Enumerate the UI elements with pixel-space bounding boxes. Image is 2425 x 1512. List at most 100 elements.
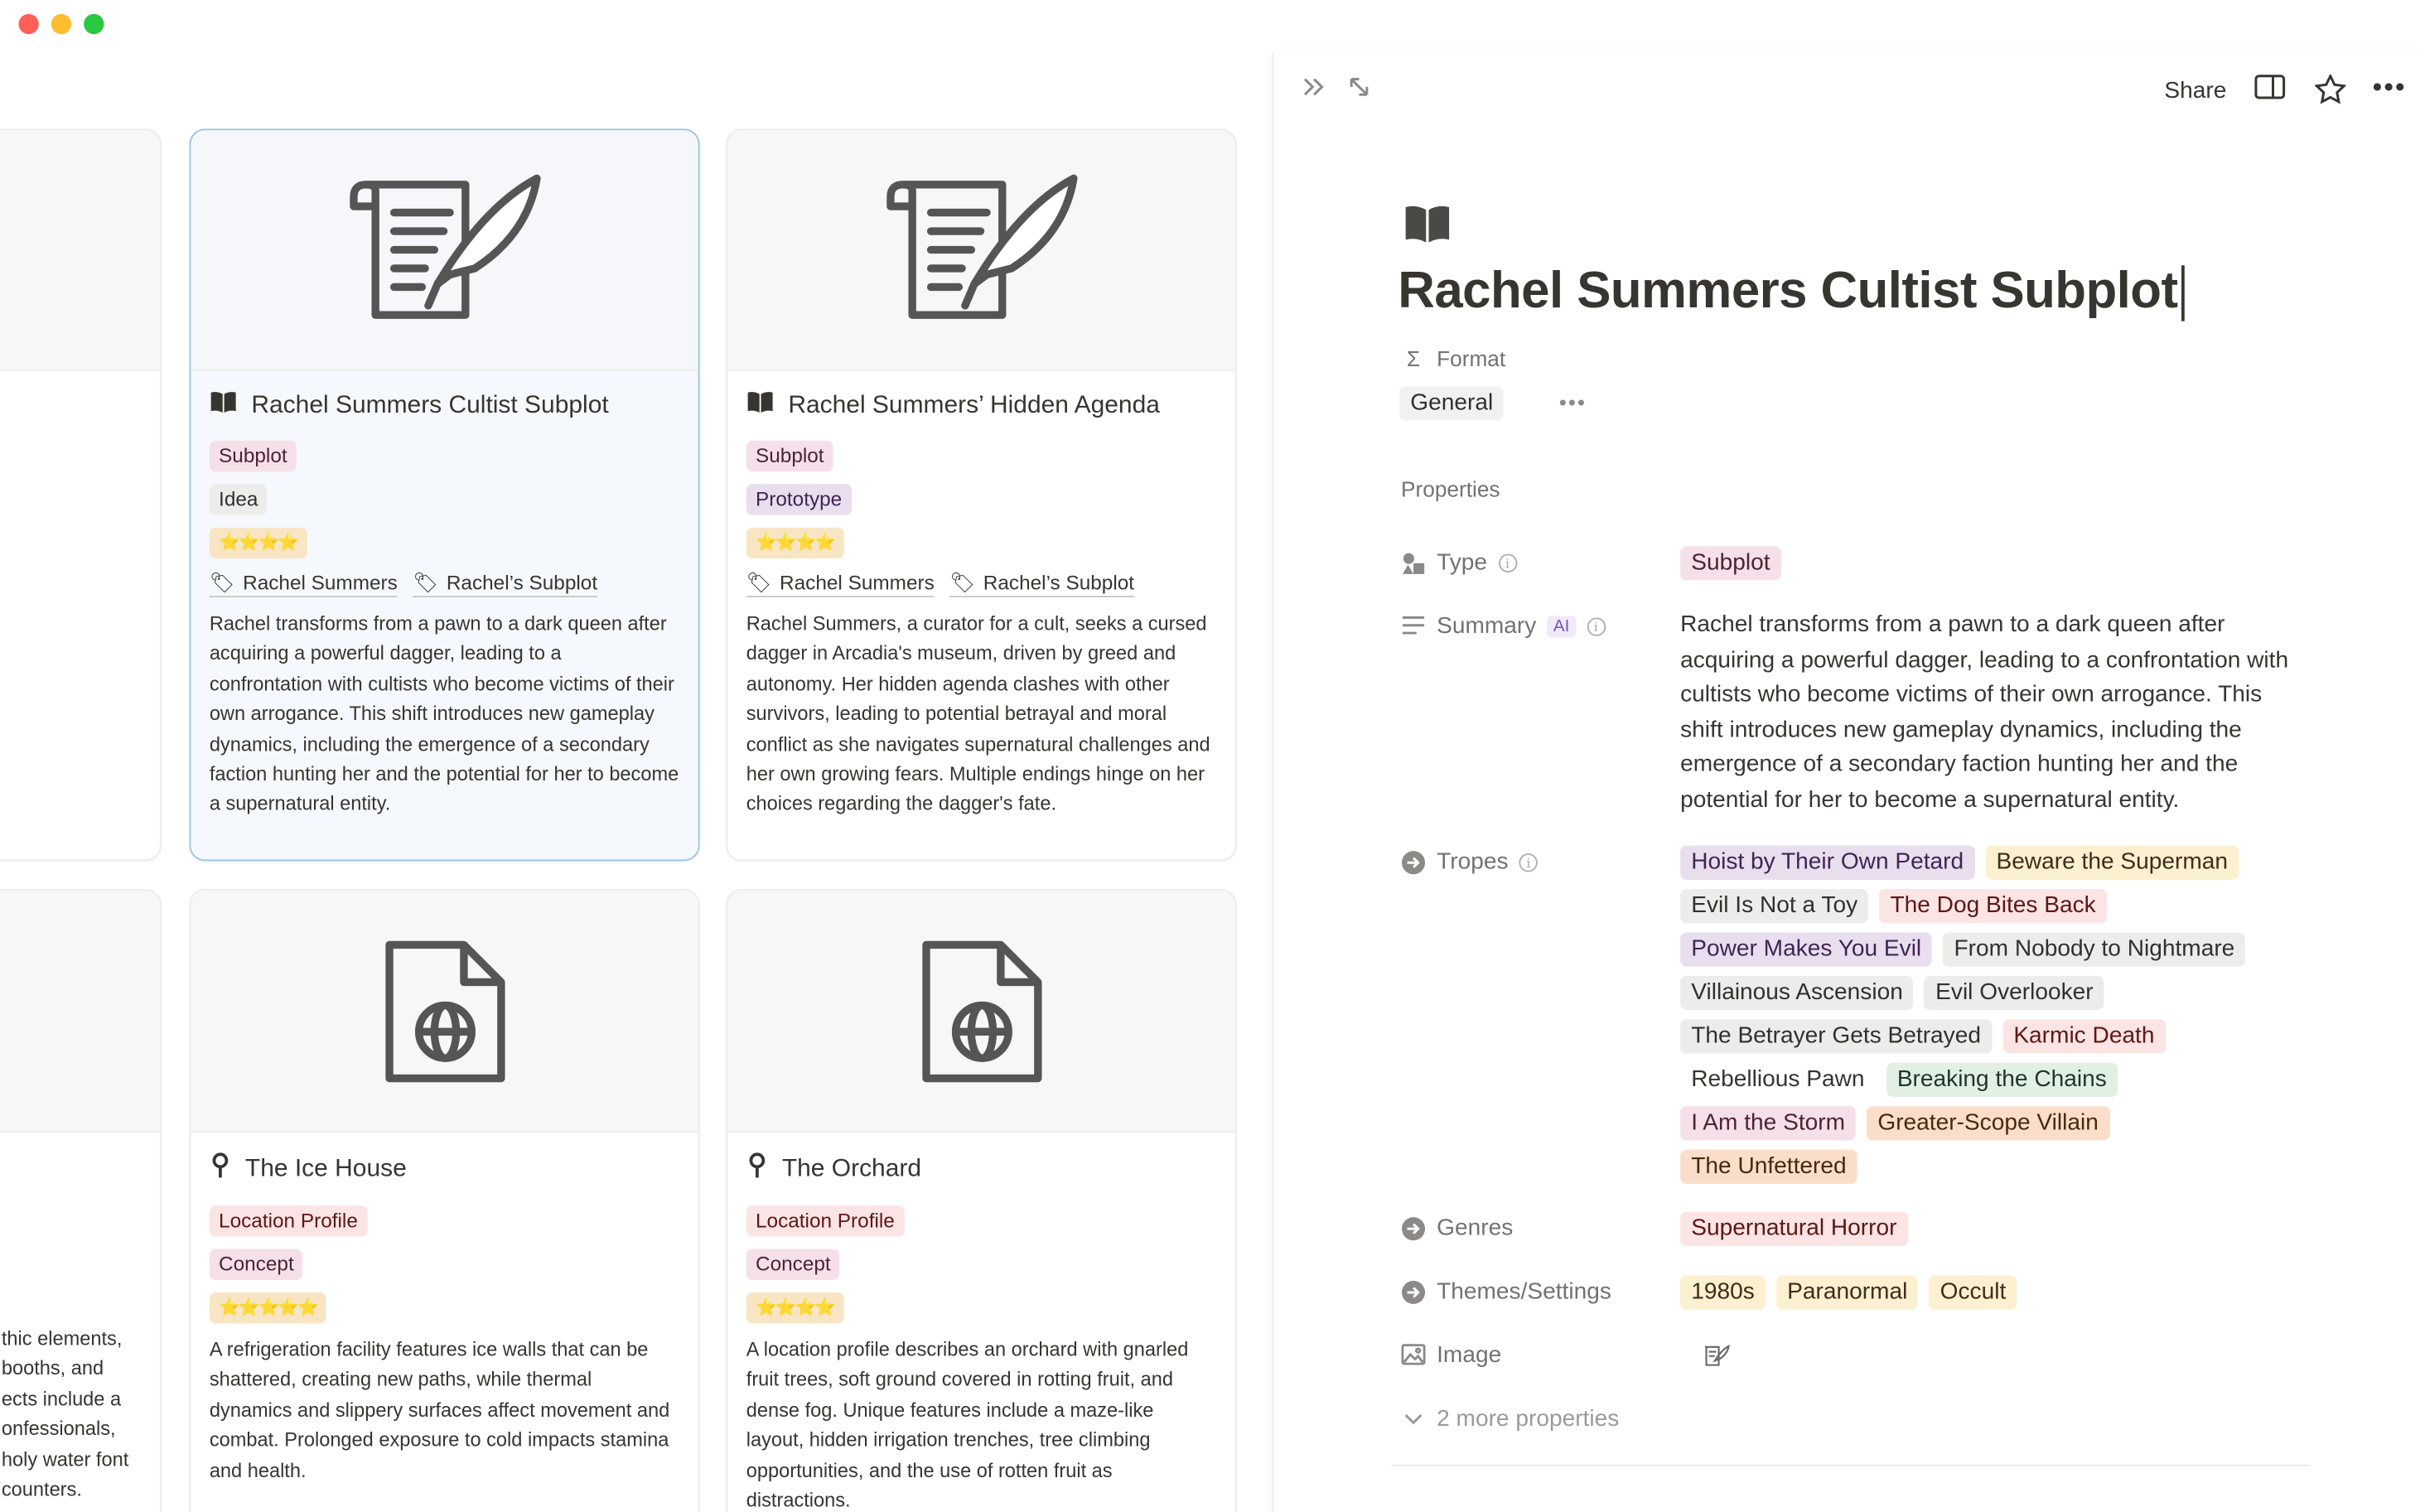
card-title-text: Rachel Summers Cultist Subplot — [251, 391, 609, 418]
card-title-text: Rachel Summers’ Hidden Agenda — [788, 391, 1160, 418]
genres-label[interactable]: Genres — [1401, 1215, 1513, 1241]
rating-stars: ⭐⭐⭐⭐⭐ — [209, 1292, 327, 1324]
tropes-value[interactable]: Hoist by Their Own Petard Beware the Supe… — [1680, 845, 2301, 1193]
more-options-icon[interactable]: ••• — [2373, 71, 2407, 104]
trope-tag[interactable]: Evil Is Not a Toy — [1680, 889, 1869, 924]
card-title-text: The Ice House — [244, 1155, 407, 1182]
image-thumbnail-icon[interactable] — [1702, 1344, 1730, 1376]
panel-toolbar: Share ••• — [1273, 71, 2425, 112]
rating-stars: ⭐⭐⭐⭐ — [746, 527, 844, 559]
info-icon[interactable]: i — [1498, 553, 1517, 572]
text-cursor — [2181, 265, 2185, 322]
genre-tag[interactable]: Supernatural Horror — [1680, 1211, 1908, 1246]
web-document-icon — [921, 940, 1041, 1082]
sigma-icon: Σ — [1406, 345, 1421, 371]
tag-icon: 🏷 — [746, 571, 772, 595]
relation-link[interactable]: 🏷 Rachel’s Subplot — [949, 571, 1135, 597]
web-document-icon — [384, 940, 505, 1082]
close-window-button[interactable] — [18, 13, 39, 35]
partial-text-line: counters. — [1, 1478, 82, 1500]
book-open-icon — [746, 389, 775, 422]
card-title: The Ice House — [210, 1152, 679, 1187]
relation-link[interactable]: 🏷 Rachel Summers — [209, 571, 398, 597]
gallery-card-partial-bottom[interactable]: thic elements, booths, and ects include … — [0, 889, 162, 1512]
trope-tag[interactable]: Villainous Ascension — [1680, 975, 1914, 1011]
card-description: A refrigeration facility features ice wa… — [209, 1339, 670, 1481]
book-open-icon — [210, 389, 238, 422]
relation-arrow-icon — [1401, 849, 1426, 874]
info-icon[interactable]: i — [1587, 616, 1606, 635]
format-label: Σ Format — [1401, 346, 1505, 371]
scroll-quill-icon — [886, 174, 1077, 319]
partial-text-line: onfessionals, — [1, 1418, 116, 1441]
theme-tag[interactable]: Occult — [1929, 1275, 2017, 1310]
more-properties-toggle[interactable]: 2 more properties — [1401, 1406, 1619, 1432]
expand-icon[interactable] — [1347, 75, 1372, 107]
trope-tag[interactable]: Hoist by Their Own Petard — [1680, 845, 1975, 880]
gallery-card-partial-top[interactable] — [0, 128, 162, 862]
trope-tag[interactable]: Karmic Death — [2002, 1019, 2166, 1054]
page-title[interactable]: Rachel Summers Cultist Subplot — [1398, 261, 2185, 322]
minimize-window-button[interactable] — [51, 13, 72, 35]
tag-type: Location Profile — [209, 1205, 368, 1237]
ai-badge: AI — [1547, 615, 1576, 637]
trope-tag[interactable]: Breaking the Chains — [1886, 1062, 2118, 1097]
trope-tag[interactable]: Evil Overlooker — [1925, 975, 2104, 1011]
shapes-icon — [1401, 550, 1426, 575]
format-more-icon[interactable]: ••• — [1559, 389, 1587, 414]
tag-type: Subplot — [209, 440, 297, 472]
rating-stars: ⭐⭐⭐⭐ — [209, 527, 307, 559]
trope-tag[interactable]: Beware the Superman — [1985, 845, 2239, 880]
gallery-card-orchard[interactable]: The Orchard Location Profile Concept ⭐⭐⭐… — [726, 889, 1237, 1512]
themes-label[interactable]: Themes/Settings — [1401, 1278, 1611, 1305]
card-description: Rachel transforms from a pawn to a dark … — [209, 612, 679, 815]
card-description: A location profile describes an orchard … — [746, 1339, 1189, 1512]
info-icon[interactable]: i — [1519, 853, 1539, 872]
tag-icon: 🏷 — [949, 571, 976, 595]
type-value[interactable]: Subplot — [1680, 546, 1781, 581]
gallery-card-ice-house[interactable]: The Ice House Location Profile Concept ⭐… — [189, 889, 700, 1512]
trope-tag[interactable]: I Am the Storm — [1680, 1106, 1857, 1141]
map-pin-icon — [746, 1152, 768, 1187]
share-button[interactable]: Share — [2164, 78, 2226, 104]
theme-tag[interactable]: 1980s — [1680, 1275, 1766, 1310]
summary-label[interactable]: Summary AI i — [1401, 613, 1606, 640]
gallery-card-cultist-subplot[interactable]: Rachel Summers Cultist Subplot Subplot I… — [189, 128, 700, 862]
trope-tag[interactable]: The Dog Bites Back — [1879, 889, 2107, 924]
card-title: The Orchard — [746, 1152, 1216, 1187]
tropes-label[interactable]: Tropes i — [1401, 848, 1539, 875]
type-label[interactable]: Type i — [1401, 549, 1517, 576]
window-controls — [18, 13, 104, 35]
chevron-down-icon — [1401, 1407, 1426, 1432]
card-cover — [191, 130, 698, 371]
partial-text-line: holy water font — [1, 1448, 129, 1471]
summary-value[interactable]: Rachel transforms from a pawn to a dark … — [1680, 608, 2301, 818]
trope-tag[interactable]: From Nobody to Nightmare — [1943, 932, 2246, 967]
tag-icon: 🏷 — [413, 571, 439, 595]
trope-tag[interactable]: Rebellious Pawn — [1680, 1062, 1876, 1097]
relation-link[interactable]: 🏷 Rachel’s Subplot — [413, 571, 598, 597]
close-peek-icon[interactable] — [1302, 75, 1326, 107]
trope-tag[interactable]: The Betrayer Gets Betrayed — [1680, 1019, 1993, 1054]
layout-icon[interactable] — [2254, 75, 2286, 107]
partial-text-line: booths, and — [1, 1358, 104, 1380]
scroll-quill-icon — [349, 174, 540, 319]
image-icon — [1401, 1343, 1426, 1368]
trope-tag[interactable]: Power Makes You Evil — [1680, 932, 1933, 967]
gallery-card-hidden-agenda[interactable]: Rachel Summers’ Hidden Agenda Subplot Pr… — [726, 128, 1237, 862]
theme-tag[interactable]: Paranormal — [1776, 1275, 1919, 1310]
book-open-icon[interactable] — [1401, 201, 1454, 253]
tag-stage: Concept — [209, 1249, 303, 1280]
format-value[interactable]: General — [1399, 386, 1505, 421]
side-peek-panel: Share ••• Rachel Summers Cultist Subplot… — [1272, 52, 2425, 1512]
image-label[interactable]: Image — [1401, 1342, 1501, 1369]
notion-window: thic elements, booths, and ects include … — [0, 0, 2425, 1512]
star-icon[interactable] — [2313, 73, 2347, 112]
trope-tag[interactable]: Greater-Scope Villain — [1867, 1106, 2109, 1141]
trope-tag[interactable]: The Unfettered — [1680, 1149, 1857, 1184]
relation-link[interactable]: 🏷 Rachel Summers — [746, 571, 935, 597]
relation-arrow-icon — [1401, 1279, 1426, 1304]
zoom-window-button[interactable] — [84, 13, 104, 35]
tag-icon: 🏷 — [209, 571, 235, 595]
card-title: Rachel Summers Cultist Subplot — [210, 389, 679, 422]
